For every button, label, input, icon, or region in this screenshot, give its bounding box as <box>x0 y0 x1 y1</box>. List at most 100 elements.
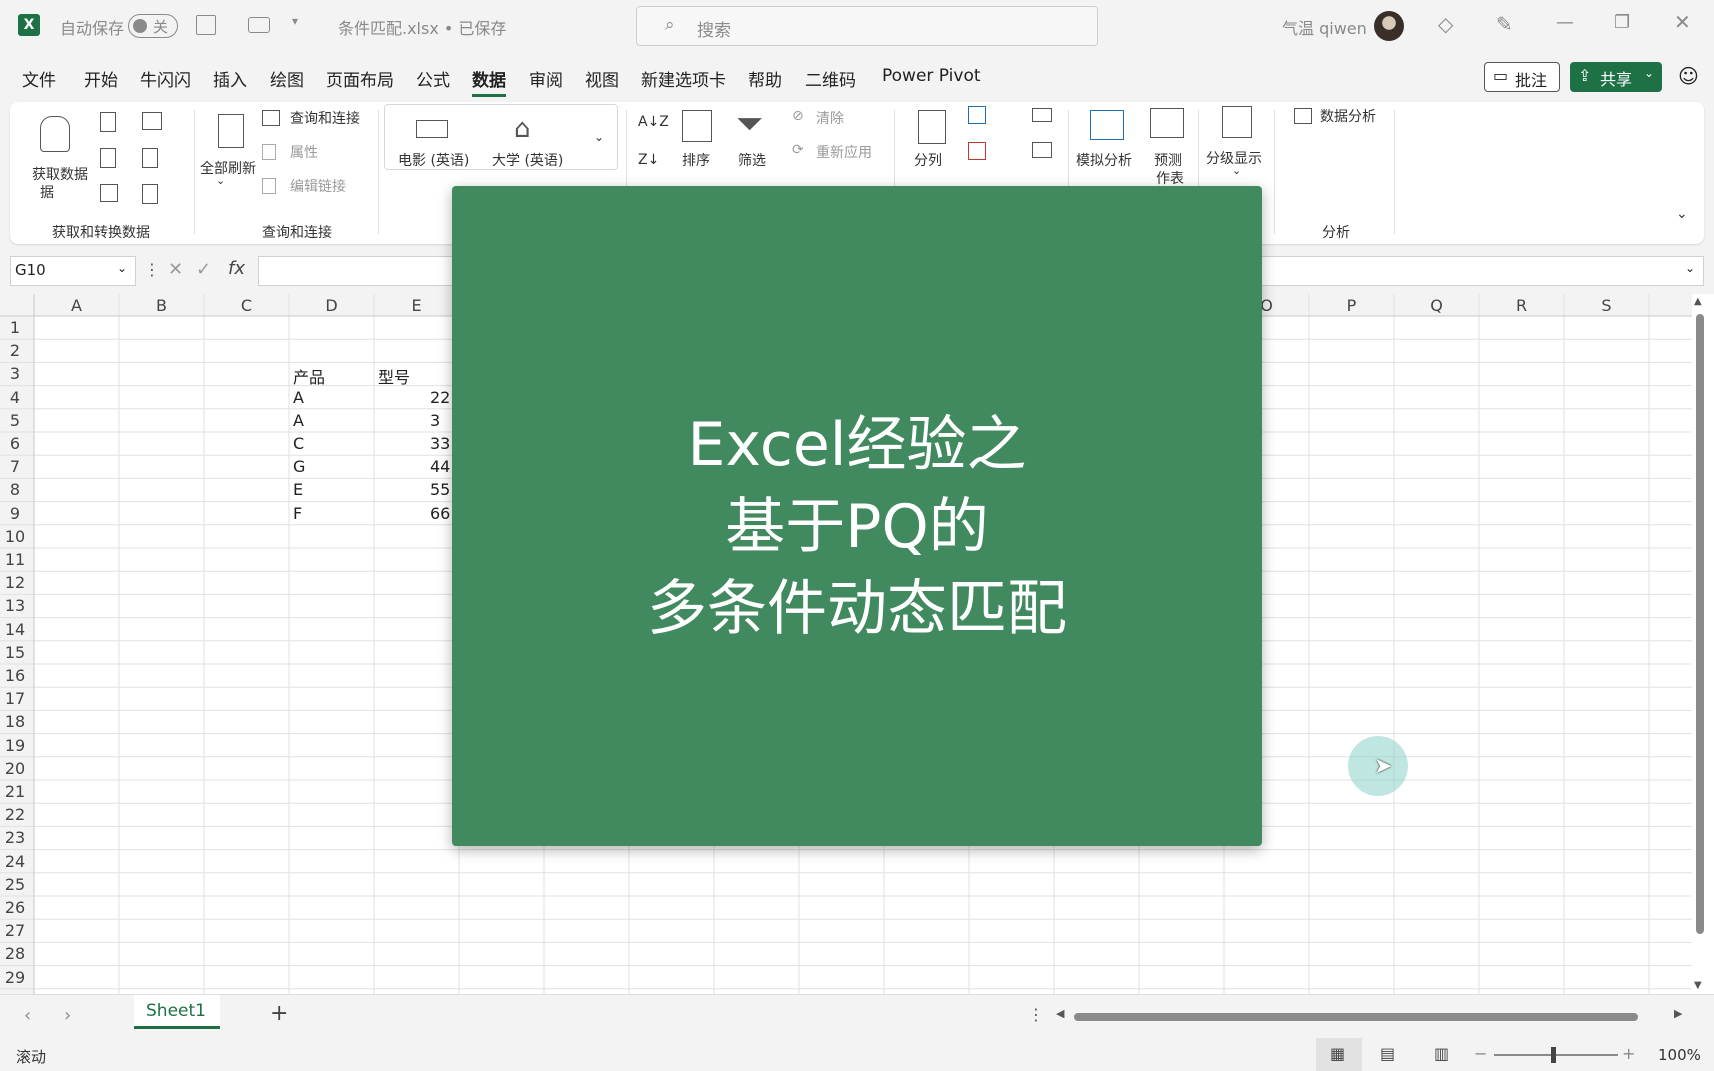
row-header-13[interactable]: 13 <box>0 596 30 615</box>
row-header-8[interactable]: 8 <box>0 480 30 499</box>
row-header-9[interactable]: 9 <box>0 504 30 523</box>
data-type-movies[interactable]: 电影 (英语) <box>398 150 469 170</box>
tab-view[interactable]: 视图 <box>585 66 619 91</box>
row-header-26[interactable]: 26 <box>0 898 30 917</box>
cell-product[interactable]: F <box>293 504 302 523</box>
camera-icon[interactable] <box>248 17 270 33</box>
refresh-all-chevron-icon[interactable]: ⌄ <box>216 174 225 187</box>
forecast-sheet-button-line2[interactable]: 作表 <box>1156 168 1184 188</box>
row-header-7[interactable]: 7 <box>0 457 30 476</box>
forecast-sheet-button[interactable]: 预测 <box>1154 150 1182 170</box>
diamond-icon[interactable]: ◇ <box>1438 12 1453 36</box>
tab-power-pivot[interactable]: Power Pivot <box>882 66 981 86</box>
cell-product[interactable]: E <box>293 480 303 499</box>
name-box-chevron-icon[interactable]: ⌄ <box>117 261 127 275</box>
flash-fill-icon[interactable] <box>968 106 986 124</box>
row-header-1[interactable]: 1 <box>0 318 30 337</box>
row-header-27[interactable]: 27 <box>0 921 30 940</box>
insert-function-button[interactable]: fx <box>228 258 245 279</box>
tab-new-tab[interactable]: 新建选项卡 <box>641 66 726 91</box>
reapply-button[interactable]: 重新应用 <box>816 142 872 162</box>
row-header-11[interactable]: 11 <box>0 550 30 569</box>
zoom-slider[interactable] <box>1494 1054 1618 1056</box>
sheet-prev-icon[interactable]: ‹ <box>24 1005 31 1026</box>
row-header-29[interactable]: 29 <box>0 968 30 987</box>
vertical-scrollbar[interactable] <box>1696 314 1704 934</box>
table-range-icon[interactable] <box>100 184 118 202</box>
row-header-5[interactable]: 5 <box>0 411 30 430</box>
row-header-4[interactable]: 4 <box>0 388 30 407</box>
row-header-23[interactable]: 23 <box>0 828 30 847</box>
zoom-slider-thumb[interactable] <box>1551 1047 1556 1063</box>
more-options-icon[interactable]: ⋮ <box>1028 1005 1044 1024</box>
row-header-25[interactable]: 25 <box>0 875 30 894</box>
get-data-button-line2[interactable]: 据 <box>40 182 54 202</box>
pen-icon[interactable]: ✎ <box>1496 12 1513 36</box>
cell-model[interactable]: 3 <box>430 411 440 430</box>
cell-e3-header-model[interactable]: 型号 <box>378 364 410 388</box>
row-header-19[interactable]: 19 <box>0 736 30 755</box>
row-header-12[interactable]: 12 <box>0 573 30 592</box>
autosave-toggle[interactable]: 关 <box>128 14 178 38</box>
column-header-s[interactable]: S <box>1564 296 1649 315</box>
tab-qrcode[interactable]: 二维码 <box>805 66 856 91</box>
comments-button[interactable]: ▭ 批注 <box>1484 62 1560 92</box>
remove-duplicates-icon[interactable] <box>968 142 986 160</box>
cell-product[interactable]: A <box>293 388 304 407</box>
name-box[interactable]: G10 ⌄ <box>10 256 136 286</box>
tab-review[interactable]: 审阅 <box>529 66 563 91</box>
what-if-analysis-button[interactable]: 模拟分析 <box>1076 150 1132 170</box>
sheet-tab-sheet1[interactable]: Sheet1 <box>134 995 220 1029</box>
minimize-icon[interactable]: — <box>1556 12 1574 33</box>
row-header-21[interactable]: 21 <box>0 782 30 801</box>
restore-icon[interactable]: ❐ <box>1614 12 1630 33</box>
clear-button[interactable]: 清除 <box>816 108 844 128</box>
page-break-view-icon[interactable]: ▥ <box>1434 1044 1449 1063</box>
column-header-c[interactable]: C <box>204 296 289 315</box>
column-header-p[interactable]: P <box>1309 296 1394 315</box>
normal-view-button[interactable]: ▦ <box>1316 1038 1362 1071</box>
column-header-a[interactable]: A <box>34 296 119 315</box>
row-header-28[interactable]: 28 <box>0 944 30 963</box>
recent-sources-icon[interactable] <box>142 112 162 130</box>
edit-links-button[interactable]: 编辑链接 <box>290 176 346 196</box>
column-header-r[interactable]: R <box>1479 296 1564 315</box>
column-header-q[interactable]: Q <box>1394 296 1479 315</box>
text-to-columns-button[interactable]: 分列 <box>914 150 942 170</box>
search-box[interactable]: ⌕ 搜索 <box>636 6 1098 46</box>
picture-data-icon[interactable] <box>142 184 158 204</box>
gallery-expand-icon[interactable]: ⌄ <box>594 130 604 144</box>
row-header-6[interactable]: 6 <box>0 434 30 453</box>
customize-qat-icon[interactable]: ▾ <box>292 14 298 28</box>
web-icon[interactable] <box>100 148 116 168</box>
tab-page-layout[interactable]: 页面布局 <box>326 66 394 91</box>
tab-insert[interactable]: 插入 <box>213 66 247 91</box>
add-sheet-button[interactable]: + <box>270 1001 288 1026</box>
data-analysis-button[interactable]: 数据分析 <box>1320 106 1376 126</box>
cell-product[interactable]: C <box>293 434 304 453</box>
share-chevron-icon[interactable]: ⌄ <box>1644 66 1654 80</box>
row-header-24[interactable]: 24 <box>0 852 30 871</box>
row-header-18[interactable]: 18 <box>0 712 30 731</box>
column-header-b[interactable]: B <box>119 296 204 315</box>
tab-data[interactable]: 数据 <box>472 66 506 91</box>
get-data-button[interactable]: 获取数据 <box>32 164 88 184</box>
row-header-2[interactable]: 2 <box>0 341 30 360</box>
person-icon[interactable]: ☺ <box>1678 64 1699 88</box>
close-icon[interactable]: ✕ <box>1674 10 1691 34</box>
tab-help[interactable]: 帮助 <box>748 66 782 91</box>
scroll-right-icon[interactable]: ▶ <box>1674 1007 1682 1020</box>
existing-connections-icon[interactable] <box>142 148 158 168</box>
consolidate-icon[interactable] <box>1032 142 1052 158</box>
refresh-all-button[interactable]: 全部刷新 <box>200 158 256 178</box>
outline-chevron-icon[interactable]: ⌄ <box>1232 164 1241 177</box>
queries-connections-button[interactable]: 查询和连接 <box>290 108 360 128</box>
data-type-university[interactable]: 大学 (英语) <box>492 150 563 170</box>
zoom-level[interactable]: 100% <box>1658 1046 1701 1064</box>
sheet-next-icon[interactable]: › <box>64 1005 71 1026</box>
text-csv-icon[interactable] <box>100 112 116 132</box>
cell-model[interactable]: 33 <box>430 434 450 453</box>
zoom-in-icon[interactable]: + <box>1622 1044 1635 1063</box>
horizontal-scrollbar[interactable] <box>1074 1013 1638 1021</box>
sort-button[interactable]: 排序 <box>682 150 710 170</box>
